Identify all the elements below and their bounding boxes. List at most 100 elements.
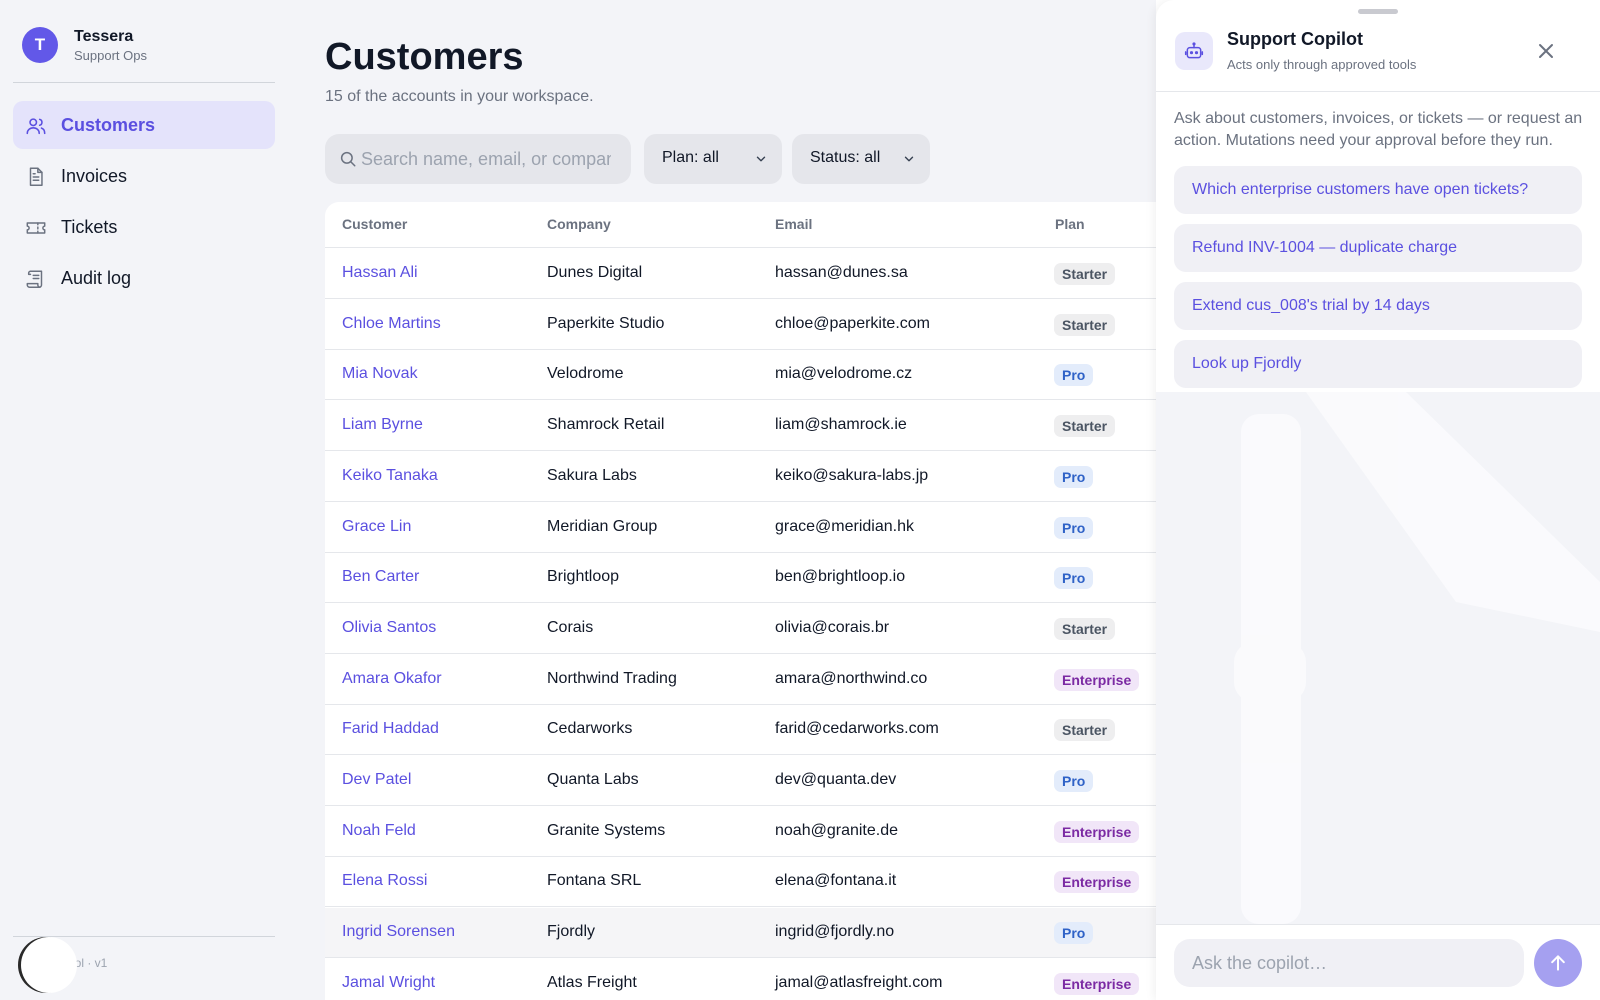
chevron-down-icon [756, 156, 766, 162]
customer-name-link[interactable]: Mia Novak [342, 365, 418, 383]
table-row[interactable]: Elena Rossi Fontana SRL elena@fontana.it En… [325, 857, 1156, 908]
customer-name-link[interactable]: Grace Lin [342, 518, 411, 536]
send-button[interactable] [1534, 939, 1582, 987]
plan-badge: Enterprise [1054, 972, 1140, 995]
customer-name-link[interactable]: Elena Rossi [342, 872, 427, 890]
plan-badge: Starter [1054, 313, 1116, 336]
email-cell: grace@meridian.hk [775, 517, 914, 535]
main-content: Customers 15 of the accounts in your wor… [290, 0, 1156, 1000]
email-cell: mia@velodrome.cz [775, 365, 913, 383]
page-title: Customers [325, 36, 524, 78]
sidebar-item-label: Audit log [61, 268, 132, 288]
customer-name-link[interactable]: Ingrid Sorensen [342, 923, 455, 941]
status-filter-select[interactable]: Status: all [792, 134, 930, 184]
document-icon [29, 167, 43, 186]
background-watermark [1234, 392, 1600, 924]
customer-name-link[interactable]: Noah Feld [342, 822, 416, 840]
column-header-email[interactable]: Email [775, 216, 812, 232]
customer-name-link[interactable]: Keiko Tanaka [342, 467, 438, 485]
sidebar-item-invoices[interactable]: Invoices [13, 152, 275, 200]
table-row[interactable]: Hassan Ali Dunes Digital hassan@dunes.sa St… [325, 249, 1156, 299]
customer-name-link[interactable]: Ben Carter [342, 568, 419, 586]
suggestion-text: Look up Fjordly [1192, 355, 1302, 372]
column-header-plan[interactable]: Plan [1055, 216, 1085, 232]
company-cell: Fontana SRL [547, 872, 642, 890]
company-cell: Cedarworks [547, 720, 633, 738]
plan-badge: Pro [1054, 516, 1094, 539]
table-row[interactable]: Amara Okafor Northwind Trading amara@north… [325, 655, 1156, 705]
page-subtitle: 15 of the accounts in your workspace. [325, 88, 594, 105]
plan-badge: Pro [1054, 465, 1094, 488]
table-row[interactable]: Farid Haddad Cedarworks farid@cedarworks.c… [325, 705, 1156, 756]
customer-name-link[interactable]: Amara Okafor [342, 670, 442, 688]
close-icon[interactable] [1534, 39, 1558, 63]
email-cell: chloe@paperkite.com [775, 314, 930, 332]
table-row[interactable]: Grace Lin Meridian Group grace@meridian.hk… [325, 503, 1156, 553]
sidebar-item-tickets[interactable]: Tickets [13, 203, 275, 251]
chevron-down-icon [904, 156, 914, 162]
copilot-message-area [1156, 392, 1600, 924]
company-cell: Corais [547, 618, 594, 636]
email-cell: elena@fontana.it [775, 872, 897, 890]
suggestion-chip[interactable]: Extend cus_008's trial by 14 days [1174, 282, 1582, 330]
suggestion-chip[interactable]: Look up Fjordly [1174, 340, 1582, 388]
plan-badge: Pro [1054, 364, 1094, 387]
customer-name-link[interactable]: Liam Byrne [342, 416, 423, 434]
table-row[interactable]: Olivia Santos Corais olivia@corais.br Start… [325, 604, 1156, 654]
table-row[interactable]: Mia Novak Velodrome mia@velodrome.cz Pro [325, 350, 1156, 401]
plan-badge: Enterprise [1054, 820, 1140, 843]
company-cell: Atlas Freight [547, 973, 637, 991]
search-input[interactable] [361, 134, 611, 184]
email-cell: farid@cedarworks.com [775, 720, 939, 738]
suggestion-chip[interactable]: Which enterprise customers have open tic… [1174, 166, 1582, 214]
table-row[interactable]: Dev Patel Quanta Labs dev@quanta.dev Pro [325, 756, 1156, 806]
column-header-company[interactable]: Company [547, 216, 611, 232]
customer-name-link[interactable]: Farid Haddad [342, 720, 439, 738]
email-cell: jamal@atlasfreight.com [775, 973, 943, 991]
sidebar: T Tessera Support Ops Customers Invoices… [0, 0, 290, 1000]
email-cell: hassan@dunes.sa [775, 264, 908, 281]
sidebar-item-audit-log[interactable]: Audit log [13, 254, 275, 302]
table-row[interactable]: Chloe Martins Paperkite Studio chloe@paper… [325, 300, 1156, 350]
email-cell: amara@northwind.co [775, 669, 928, 687]
copilot-title: Support Copilot [1227, 29, 1363, 49]
company-cell: Shamrock Retail [547, 416, 665, 434]
email-cell: keiko@sakura-labs.jp [775, 466, 929, 484]
suggestion-chip[interactable]: Refund INV-1004 — duplicate charge [1174, 224, 1582, 272]
company-cell: Paperkite Studio [547, 314, 665, 332]
email-cell: ingrid@fjordly.no [775, 923, 895, 941]
company-cell: Sakura Labs [547, 466, 637, 484]
customer-name-link[interactable]: Dev Patel [342, 771, 411, 789]
copilot-intro: Ask about customers, invoices, or ticket… [1174, 110, 1583, 149]
search-icon [340, 151, 356, 167]
company-cell: Northwind Trading [547, 669, 677, 687]
customer-name-link[interactable]: Jamal Wright [342, 974, 435, 992]
plan-filter-select[interactable]: Plan: all [644, 134, 782, 184]
customer-name-link[interactable]: Olivia Santos [342, 619, 436, 637]
plan-badge: Starter [1054, 617, 1116, 640]
sidebar-footer: ool · v1 [13, 936, 275, 993]
column-header-customer[interactable]: Customer [342, 216, 407, 232]
email-cell: liam@shamrock.ie [775, 416, 907, 434]
brand-header: T Tessera Support Ops [13, 24, 275, 83]
table-row[interactable]: Noah Feld Granite Systems noah@granite.de E… [325, 807, 1156, 857]
customer-name-link[interactable]: Chloe Martins [342, 315, 441, 333]
table-row[interactable]: Keiko Tanaka Sakura Labs keiko@sakura-labs… [325, 452, 1156, 502]
brand-avatar: T [22, 27, 58, 63]
status-filter-label: Status: all [810, 149, 881, 166]
customer-name-link[interactable]: Hassan Ali [342, 264, 418, 282]
table-row[interactable]: Ingrid Sorensen Fjordly ingrid@fjordly.no P… [325, 908, 1156, 959]
email-cell: dev@quanta.dev [775, 771, 897, 788]
brand-subtitle: Support Ops [74, 48, 147, 63]
sidebar-item-customers[interactable]: Customers [13, 101, 275, 149]
suggestion-text: Which enterprise customers have open tic… [1192, 181, 1529, 198]
company-cell: Quanta Labs [547, 771, 639, 788]
table-row[interactable]: Liam Byrne Shamrock Retail liam@shamrock.i… [325, 401, 1156, 452]
table-row[interactable]: Jamal Wright Atlas Freight jamal@atlasfrei… [325, 959, 1156, 1000]
suggestion-text: Extend cus_008's trial by 14 days [1192, 297, 1430, 314]
copilot-input[interactable] [1174, 939, 1524, 987]
table-row[interactable]: Ben Carter Brightloop ben@brightloop.io Pro [325, 553, 1156, 604]
company-cell: Granite Systems [547, 821, 666, 839]
plan-badge: Enterprise [1054, 871, 1140, 894]
floating-circle-button[interactable] [21, 937, 77, 993]
